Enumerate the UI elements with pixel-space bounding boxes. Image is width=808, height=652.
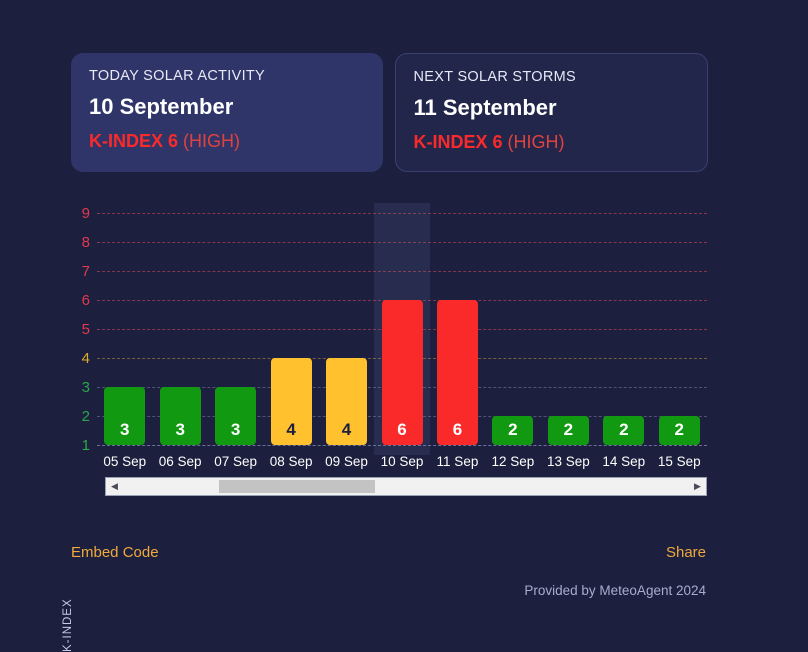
bar-value-label: 2 <box>674 420 684 439</box>
bar-value-label: 2 <box>508 420 518 439</box>
chart-horizontal-scrollbar[interactable]: ◀ ▶ <box>105 477 707 496</box>
y-axis-ticks: 9 8 7 6 5 4 3 2 1 <box>62 190 90 455</box>
bar-13-sep[interactable]: 2 <box>547 416 589 445</box>
bar-value-label: 6 <box>397 420 407 439</box>
card-date: 11 September <box>413 94 557 120</box>
x-axis-label: 06 Sep <box>158 454 202 469</box>
bar-value-label: 4 <box>341 420 352 439</box>
chart-plot-area: 3 3 3 4 4 6 6 2 2 2 2 <box>97 190 707 455</box>
card-kindex-level: (HIGH) <box>507 131 565 152</box>
y-axis-tick-3: 3 <box>81 379 90 396</box>
embed-code-link[interactable]: Embed Code <box>71 545 159 560</box>
scroll-right-arrow-icon[interactable]: ▶ <box>689 478 706 495</box>
y-axis-tick-9: 9 <box>81 205 90 222</box>
bar-value-label: 3 <box>230 420 241 439</box>
card-kindex-value: K-INDEX 6 <box>89 130 179 151</box>
bar-value-label: 2 <box>619 420 629 439</box>
x-axis-label: 15 Sep <box>657 454 701 469</box>
x-axis-label: 08 Sep <box>269 454 313 469</box>
x-axis-label: 10 Sep <box>380 454 424 469</box>
x-axis-label: 05 Sep <box>103 454 147 469</box>
today-solar-activity-card: TODAY SOLAR ACTIVITY 10 September K-INDE… <box>71 53 383 172</box>
x-axis-label: 12 Sep <box>491 454 535 469</box>
next-solar-storms-card: NEXT SOLAR STORMS 11 September K-INDEX 6… <box>394 53 708 172</box>
card-kicker: TODAY SOLAR ACTIVITY <box>89 68 266 84</box>
kindex-bar-chart: 9 8 7 6 5 4 3 2 1 3 3 3 4 4 6 6 2 2 2 2 05 Sep 06 Sep 07 Sep… <box>0 190 808 652</box>
bar-value-label: 3 <box>119 420 130 439</box>
provider-credit: Provided by MeteoAgent 2024 <box>524 583 706 598</box>
bar-15-sep[interactable]: 2 <box>658 416 700 445</box>
bar-07-sep[interactable]: 3 <box>215 387 257 445</box>
bar-value-label: 3 <box>175 420 185 439</box>
bar-value-label: 6 <box>452 420 463 439</box>
bar-10-sep[interactable]: 6 <box>381 300 423 445</box>
card-kindex-value: K-INDEX 6 <box>413 131 503 152</box>
share-link[interactable]: Share <box>666 545 706 560</box>
bar-09-sep[interactable]: 4 <box>326 358 368 445</box>
x-axis-label: 07 Sep <box>214 454 258 469</box>
bar-08-sep[interactable]: 4 <box>270 358 312 445</box>
bar-05-sep[interactable]: 3 <box>104 387 146 445</box>
y-axis-title: K-INDEX <box>62 598 74 652</box>
summary-cards: TODAY SOLAR ACTIVITY 10 September K-INDE… <box>71 53 708 172</box>
bar-value-label: 2 <box>563 420 574 439</box>
x-axis-labels: 05 Sep 06 Sep 07 Sep 08 Sep 09 Sep 10 Sep 11 S… <box>97 455 707 477</box>
bar-12-sep[interactable]: 2 <box>492 416 534 445</box>
x-axis-label: 11 Sep <box>436 454 479 469</box>
y-axis-tick-2: 2 <box>81 408 90 425</box>
y-axis-tick-6: 6 <box>81 292 90 309</box>
card-kindex: K-INDEX 6 (HIGH) <box>414 133 690 151</box>
bar-value-label: 4 <box>286 420 296 439</box>
card-kindex-level: (HIGH) <box>183 130 241 151</box>
bar-14-sep[interactable]: 2 <box>603 416 645 445</box>
bar-series: 3 3 3 4 4 6 6 2 2 2 2 <box>97 190 707 455</box>
card-kindex: K-INDEX 6 (HIGH) <box>89 132 365 150</box>
y-axis-tick-7: 7 <box>81 263 90 280</box>
y-axis-tick-1: 1 <box>81 437 90 454</box>
y-axis-tick-5: 5 <box>81 321 90 338</box>
x-axis-label: 13 Sep <box>546 454 590 469</box>
bar-11-sep[interactable]: 6 <box>436 300 478 445</box>
bar-06-sep[interactable]: 3 <box>159 387 201 445</box>
scrollbar-thumb[interactable] <box>219 480 375 493</box>
card-kicker: NEXT SOLAR STORMS <box>413 69 576 85</box>
x-axis-label: 14 Sep <box>602 454 646 469</box>
card-date: 10 September <box>89 93 234 119</box>
scroll-left-arrow-icon[interactable]: ◀ <box>106 478 123 495</box>
y-axis-tick-4: 4 <box>81 350 90 367</box>
scrollbar-track[interactable] <box>123 478 689 495</box>
y-axis-tick-8: 8 <box>81 234 90 251</box>
x-axis-label: 09 Sep <box>325 454 368 469</box>
